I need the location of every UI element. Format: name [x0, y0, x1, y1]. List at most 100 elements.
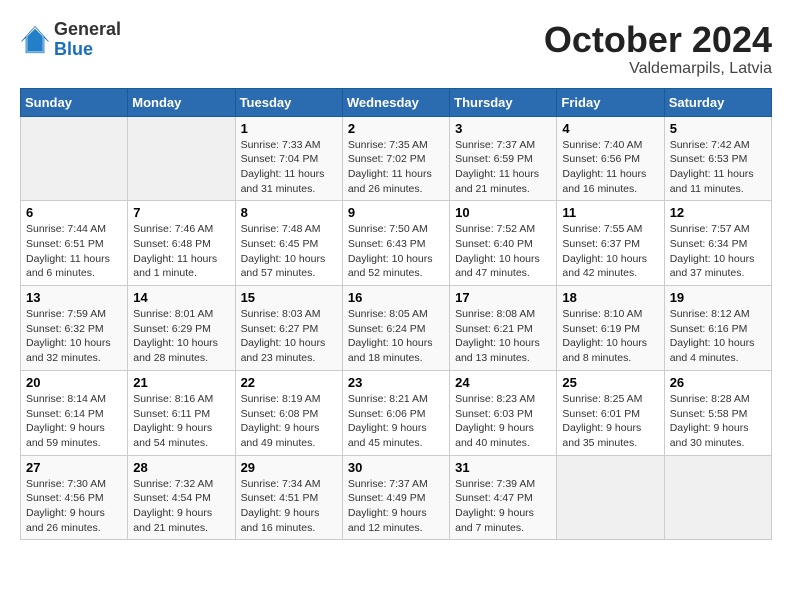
day-number: 5	[670, 121, 766, 136]
calendar-cell: 31Sunrise: 7:39 AM Sunset: 4:47 PM Dayli…	[450, 455, 557, 540]
calendar-cell: 25 Sunrise: 8:25 AM Sunset: 6:01 PM Dayli…	[557, 370, 664, 455]
calendar-cell: 8 Sunrise: 7:48 AM Sunset: 6:45 PM Daylig…	[235, 201, 342, 286]
calendar-cell: 3 Sunrise: 7:37 AM Sunset: 6:59 PM Daylig…	[450, 116, 557, 201]
day-number: 20	[26, 375, 122, 390]
calendar-cell: 24 Sunrise: 8:23 AM Sunset: 6:03 PM Dayli…	[450, 370, 557, 455]
header-row: SundayMondayTuesdayWednesdayThursdayFrid…	[21, 88, 772, 116]
day-number: 6	[26, 205, 122, 220]
day-number: 15	[241, 290, 337, 305]
calendar-table: SundayMondayTuesdayWednesdayThursdayFrid…	[20, 88, 772, 541]
day-info: Sunrise: 7:34 AM Sunset: 4:51 PM Dayligh…	[241, 477, 337, 536]
calendar-cell: 16 Sunrise: 8:05 AM Sunset: 6:24 PM Dayli…	[342, 286, 449, 371]
calendar-cell: 13 Sunrise: 7:59 AM Sunset: 6:32 PM Dayli…	[21, 286, 128, 371]
day-number: 9	[348, 205, 444, 220]
calendar-cell	[128, 116, 235, 201]
day-number: 22	[241, 375, 337, 390]
calendar-cell: 18 Sunrise: 8:10 AM Sunset: 6:19 PM Dayli…	[557, 286, 664, 371]
day-number: 31	[455, 460, 551, 475]
calendar-cell	[557, 455, 664, 540]
calendar-cell: 29 Sunrise: 7:34 AM Sunset: 4:51 PM Dayli…	[235, 455, 342, 540]
page-header: General Blue October 2024 Valdemarpils, …	[20, 20, 772, 78]
day-info: Sunrise: 8:14 AM Sunset: 6:14 PM Dayligh…	[26, 392, 122, 451]
day-info: Sunrise: 8:25 AM Sunset: 6:01 PM Dayligh…	[562, 392, 658, 451]
day-info: Sunrise: 8:12 AM Sunset: 6:16 PM Dayligh…	[670, 307, 766, 366]
week-row-4: 20 Sunrise: 8:14 AM Sunset: 6:14 PM Dayli…	[21, 370, 772, 455]
day-info: Sunrise: 8:10 AM Sunset: 6:19 PM Dayligh…	[562, 307, 658, 366]
day-number: 25	[562, 375, 658, 390]
day-info: Sunrise: 8:28 AM Sunset: 5:58 PM Dayligh…	[670, 392, 766, 451]
day-info: Sunrise: 7:48 AM Sunset: 6:45 PM Dayligh…	[241, 222, 337, 281]
day-number: 7	[133, 205, 229, 220]
day-number: 29	[241, 460, 337, 475]
day-number: 8	[241, 205, 337, 220]
day-info: Sunrise: 8:23 AM Sunset: 6:03 PM Dayligh…	[455, 392, 551, 451]
day-info: Sunrise: 7:40 AM Sunset: 6:56 PM Dayligh…	[562, 138, 658, 197]
calendar-cell: 26 Sunrise: 8:28 AM Sunset: 5:58 PM Dayli…	[664, 370, 771, 455]
calendar-cell: 6Sunrise: 7:44 AM Sunset: 6:51 PM Daylig…	[21, 201, 128, 286]
calendar-cell: 11Sunrise: 7:55 AM Sunset: 6:37 PM Dayli…	[557, 201, 664, 286]
day-info: Sunrise: 7:35 AM Sunset: 7:02 PM Dayligh…	[348, 138, 444, 197]
day-info: Sunrise: 7:57 AM Sunset: 6:34 PM Dayligh…	[670, 222, 766, 281]
day-number: 30	[348, 460, 444, 475]
day-number: 26	[670, 375, 766, 390]
day-number: 17	[455, 290, 551, 305]
header-wednesday: Wednesday	[342, 88, 449, 116]
calendar-cell: 20 Sunrise: 8:14 AM Sunset: 6:14 PM Dayli…	[21, 370, 128, 455]
calendar-cell: 22 Sunrise: 8:19 AM Sunset: 6:08 PM Dayli…	[235, 370, 342, 455]
calendar-cell: 10 Sunrise: 7:52 AM Sunset: 6:40 PM Dayli…	[450, 201, 557, 286]
day-number: 24	[455, 375, 551, 390]
calendar-cell: 21Sunrise: 8:16 AM Sunset: 6:11 PM Dayli…	[128, 370, 235, 455]
day-info: Sunrise: 7:46 AM Sunset: 6:48 PM Dayligh…	[133, 222, 229, 281]
day-number: 28	[133, 460, 229, 475]
calendar-cell: 15 Sunrise: 8:03 AM Sunset: 6:27 PM Dayli…	[235, 286, 342, 371]
calendar-cell	[664, 455, 771, 540]
day-info: Sunrise: 8:01 AM Sunset: 6:29 PM Dayligh…	[133, 307, 229, 366]
day-info: Sunrise: 7:52 AM Sunset: 6:40 PM Dayligh…	[455, 222, 551, 281]
day-info: Sunrise: 8:19 AM Sunset: 6:08 PM Dayligh…	[241, 392, 337, 451]
calendar-cell: 14 Sunrise: 8:01 AM Sunset: 6:29 PM Dayli…	[128, 286, 235, 371]
day-number: 11	[562, 205, 658, 220]
month-title: October 2024	[544, 20, 772, 60]
day-number: 12	[670, 205, 766, 220]
calendar-cell: 23Sunrise: 8:21 AM Sunset: 6:06 PM Dayli…	[342, 370, 449, 455]
week-row-5: 27 Sunrise: 7:30 AM Sunset: 4:56 PM Dayli…	[21, 455, 772, 540]
calendar-cell: 30 Sunrise: 7:37 AM Sunset: 4:49 PM Dayli…	[342, 455, 449, 540]
day-info: Sunrise: 8:08 AM Sunset: 6:21 PM Dayligh…	[455, 307, 551, 366]
day-info: Sunrise: 7:50 AM Sunset: 6:43 PM Dayligh…	[348, 222, 444, 281]
day-info: Sunrise: 7:30 AM Sunset: 4:56 PM Dayligh…	[26, 477, 122, 536]
calendar-cell	[21, 116, 128, 201]
week-row-2: 6Sunrise: 7:44 AM Sunset: 6:51 PM Daylig…	[21, 201, 772, 286]
day-info: Sunrise: 7:42 AM Sunset: 6:53 PM Dayligh…	[670, 138, 766, 197]
week-row-3: 13 Sunrise: 7:59 AM Sunset: 6:32 PM Dayli…	[21, 286, 772, 371]
day-info: Sunrise: 8:03 AM Sunset: 6:27 PM Dayligh…	[241, 307, 337, 366]
calendar-cell: 19 Sunrise: 8:12 AM Sunset: 6:16 PM Dayli…	[664, 286, 771, 371]
day-info: Sunrise: 7:37 AM Sunset: 4:49 PM Dayligh…	[348, 477, 444, 536]
day-info: Sunrise: 7:59 AM Sunset: 6:32 PM Dayligh…	[26, 307, 122, 366]
day-number: 19	[670, 290, 766, 305]
header-friday: Friday	[557, 88, 664, 116]
calendar-cell: 2Sunrise: 7:35 AM Sunset: 7:02 PM Daylig…	[342, 116, 449, 201]
day-number: 13	[26, 290, 122, 305]
calendar-cell: 9 Sunrise: 7:50 AM Sunset: 6:43 PM Daylig…	[342, 201, 449, 286]
calendar-cell: 7 Sunrise: 7:46 AM Sunset: 6:48 PM Daylig…	[128, 201, 235, 286]
day-number: 1	[241, 121, 337, 136]
logo-blue-text: Blue	[54, 40, 121, 60]
calendar-cell: 17 Sunrise: 8:08 AM Sunset: 6:21 PM Dayli…	[450, 286, 557, 371]
calendar-header: SundayMondayTuesdayWednesdayThursdayFrid…	[21, 88, 772, 116]
day-number: 18	[562, 290, 658, 305]
week-row-1: 1Sunrise: 7:33 AM Sunset: 7:04 PM Daylig…	[21, 116, 772, 201]
calendar-body: 1Sunrise: 7:33 AM Sunset: 7:04 PM Daylig…	[21, 116, 772, 540]
day-number: 4	[562, 121, 658, 136]
day-number: 16	[348, 290, 444, 305]
calendar-cell: 27 Sunrise: 7:30 AM Sunset: 4:56 PM Dayli…	[21, 455, 128, 540]
title-block: October 2024 Valdemarpils, Latvia	[544, 20, 772, 78]
day-info: Sunrise: 7:37 AM Sunset: 6:59 PM Dayligh…	[455, 138, 551, 197]
day-number: 14	[133, 290, 229, 305]
day-number: 10	[455, 205, 551, 220]
header-sunday: Sunday	[21, 88, 128, 116]
day-number: 27	[26, 460, 122, 475]
day-info: Sunrise: 8:05 AM Sunset: 6:24 PM Dayligh…	[348, 307, 444, 366]
header-thursday: Thursday	[450, 88, 557, 116]
logo-text: General Blue	[54, 20, 121, 60]
day-number: 3	[455, 121, 551, 136]
